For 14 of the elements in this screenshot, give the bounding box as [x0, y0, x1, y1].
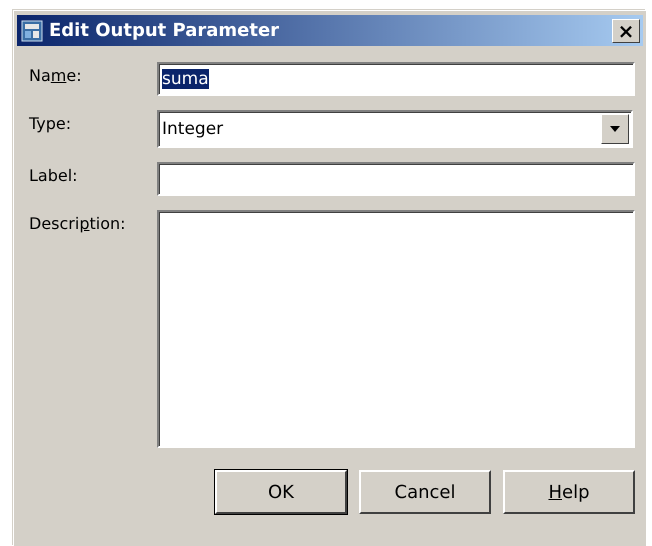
close-button[interactable]: × — [612, 18, 640, 42]
dialog-button[interactable]: Cancel — [359, 470, 491, 514]
dialog-button[interactable]: Help — [503, 470, 635, 514]
type-dropdown[interactable]: Integer — [157, 110, 633, 148]
field-label: Name: — [29, 65, 83, 85]
window-title: Edit Output Parameter — [49, 20, 280, 41]
text-field[interactable] — [157, 162, 635, 196]
field-label: Label: — [29, 165, 79, 185]
window-icon — [21, 20, 43, 42]
field-label: Description: — [29, 213, 127, 233]
dialog-button[interactable]: OK — [215, 470, 347, 514]
description-field[interactable] — [157, 210, 635, 448]
field-label: Type: — [29, 113, 72, 133]
text-field[interactable]: suma — [157, 62, 635, 96]
